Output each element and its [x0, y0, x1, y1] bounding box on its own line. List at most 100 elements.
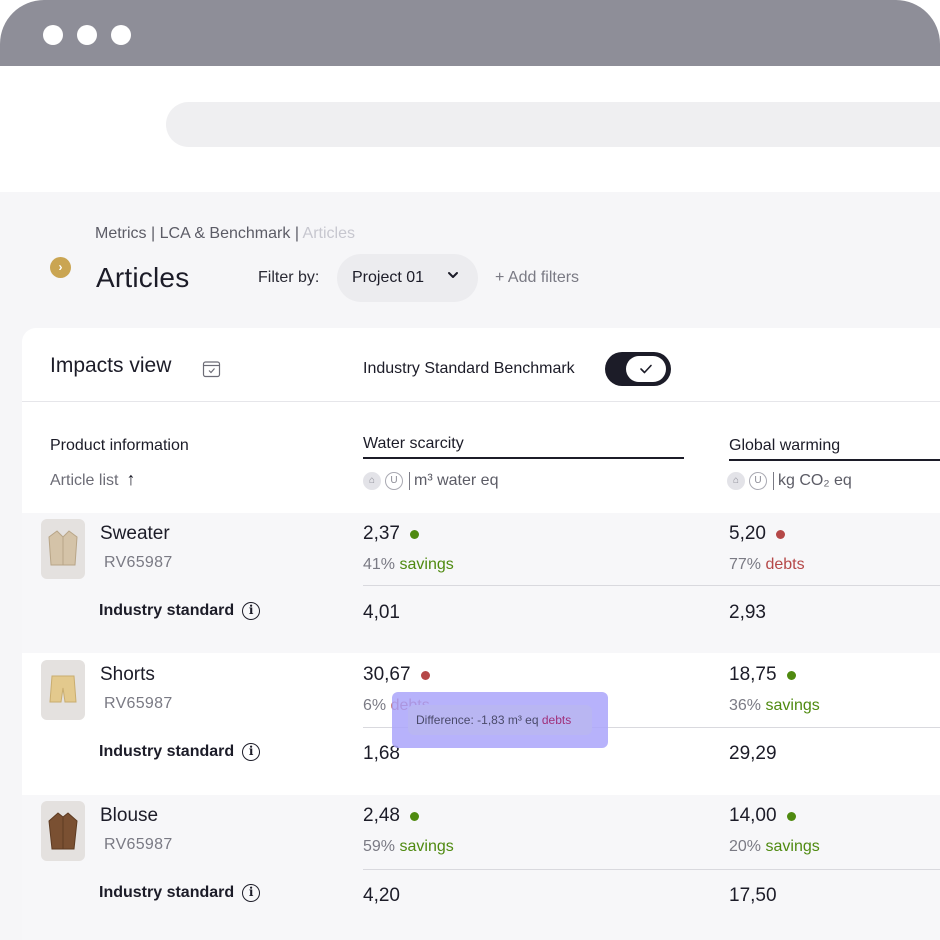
unit-u-icon: U	[385, 472, 403, 490]
difference-tooltip: Difference: -1,83 m³ eq debts	[408, 705, 592, 735]
breadcrumb-metrics[interactable]: Metrics	[95, 225, 147, 242]
status-dot-savings	[409, 529, 419, 539]
water-value: 2,37	[363, 523, 419, 545]
status-dot-debts	[775, 529, 785, 539]
project-dropdown[interactable]: Project 01	[337, 254, 478, 302]
metric-header-water[interactable]: Water scarcity	[363, 435, 464, 453]
product-code: RV65987	[104, 554, 173, 571]
water-standard-value: 4,20	[363, 885, 400, 906]
water-standard-value: 4,01	[363, 602, 400, 623]
breadcrumb: Metrics | LCA & Benchmark | Articles	[95, 225, 355, 243]
unit-u-icon: U	[749, 472, 767, 490]
warming-difference: 36% savings	[729, 697, 820, 715]
info-icon[interactable]: i	[242, 743, 261, 761]
warming-difference: 20% savings	[729, 838, 820, 856]
breadcrumb-lca-benchmark[interactable]: LCA & Benchmark	[160, 225, 291, 242]
app-content: Metrics | LCA & Benchmark | Articles › A…	[0, 192, 940, 940]
warming-value: 18,75	[729, 664, 796, 686]
pct-text: 6%	[363, 697, 387, 714]
window-dot-maximize[interactable]	[111, 25, 131, 45]
article-list-sort[interactable]: Article list ↑	[50, 469, 135, 490]
water-difference: 41% savings	[363, 556, 454, 574]
sidebar-expand-button[interactable]: ›	[50, 257, 71, 278]
row-background	[22, 795, 940, 940]
tooltip-label: debts	[541, 713, 572, 727]
hanger-icon: ⌂	[727, 472, 745, 490]
unit-row-water: ⌂ U m³ water eq	[363, 472, 498, 490]
sweater-image	[48, 530, 78, 566]
project-dropdown-value: Project 01	[352, 269, 425, 286]
unit-separator	[409, 472, 410, 490]
value-text: 30,67	[363, 664, 411, 685]
std-text: Industry standard	[99, 884, 235, 901]
info-icon[interactable]: i	[242, 602, 261, 620]
unit-row-warming: ⌂ U kg CO₂ eq	[727, 472, 852, 490]
warming-standard-value: 2,93	[729, 602, 766, 623]
product-name[interactable]: Sweater	[100, 523, 170, 545]
value-text: 18,75	[729, 664, 777, 685]
check-icon	[640, 364, 652, 374]
water-value: 30,67	[363, 664, 430, 686]
breadcrumb-articles: Articles	[302, 225, 355, 242]
product-thumbnail[interactable]	[41, 660, 85, 720]
metric-underline	[363, 457, 684, 459]
status-label: savings	[765, 838, 820, 855]
warming-standard-value: 17,50	[729, 885, 777, 906]
tooltip-text: Difference: -1,83 m³ eq	[416, 713, 539, 727]
industry-standard-label: Industry standard i	[99, 743, 261, 761]
unit-label: m³ water eq	[414, 472, 499, 489]
info-icon[interactable]: i	[242, 884, 261, 902]
value-text: 5,20	[729, 523, 766, 544]
breadcrumb-separator: |	[151, 225, 156, 242]
water-difference: 59% savings	[363, 838, 454, 856]
warming-difference: 77% debts	[729, 556, 805, 574]
water-value: 2,48	[363, 805, 419, 827]
window-dot-minimize[interactable]	[77, 25, 97, 45]
article-list-label: Article list	[50, 472, 119, 489]
benchmark-toggle-label: Industry Standard Benchmark	[363, 360, 575, 377]
std-text: Industry standard	[99, 602, 235, 619]
status-label: savings	[399, 556, 454, 573]
warming-standard-value: 29,29	[729, 743, 777, 764]
chevron-down-icon	[448, 272, 458, 278]
card-header: Impacts view Industry Standard Benchmark	[22, 328, 940, 402]
status-label: savings	[765, 697, 820, 714]
breadcrumb-separator: |	[294, 225, 299, 242]
std-text: Industry standard	[99, 743, 235, 760]
industry-standard-label: Industry standard i	[99, 602, 261, 620]
product-thumbnail[interactable]	[41, 519, 85, 579]
warming-value: 5,20	[729, 523, 785, 545]
add-filters-button[interactable]: + Add filters	[495, 269, 579, 287]
product-code: RV65987	[104, 695, 173, 712]
product-group-blouse: Blouse RV65987 2,48 59% savings 14,00 20…	[0, 795, 940, 940]
filter-label: Filter by:	[258, 269, 320, 286]
calendar-check-icon[interactable]	[202, 359, 221, 378]
benchmark-toggle[interactable]	[605, 352, 671, 386]
hanger-icon: ⌂	[363, 472, 381, 490]
metric-header-warming[interactable]: Global warming	[729, 437, 840, 455]
value-text: 14,00	[729, 805, 777, 826]
product-name[interactable]: Blouse	[100, 805, 158, 827]
pct-text: 59%	[363, 838, 396, 855]
browser-window: Metrics | LCA & Benchmark | Articles › A…	[0, 0, 940, 940]
blouse-image	[48, 812, 78, 850]
unit-label: kg CO₂ eq	[778, 472, 852, 489]
product-name[interactable]: Shorts	[100, 664, 155, 686]
row-divider	[363, 869, 940, 870]
product-code: RV65987	[104, 836, 173, 853]
row-divider	[363, 585, 940, 586]
page-title: Articles	[96, 262, 190, 293]
status-dot-savings	[409, 811, 419, 821]
product-thumbnail[interactable]	[41, 801, 85, 861]
status-dot-savings	[786, 670, 796, 680]
warming-value: 14,00	[729, 805, 796, 827]
status-dot-debts	[420, 670, 430, 680]
toggle-knob	[626, 356, 666, 382]
window-dot-close[interactable]	[43, 25, 63, 45]
shorts-image	[49, 675, 77, 703]
impacts-view-title: Impacts view	[50, 354, 172, 377]
status-label: savings	[399, 838, 454, 855]
pct-text: 36%	[729, 697, 762, 714]
product-group-sweater: Sweater RV65987 2,37 41% savings 5,20 77…	[0, 513, 940, 653]
address-bar[interactable]	[166, 102, 940, 147]
